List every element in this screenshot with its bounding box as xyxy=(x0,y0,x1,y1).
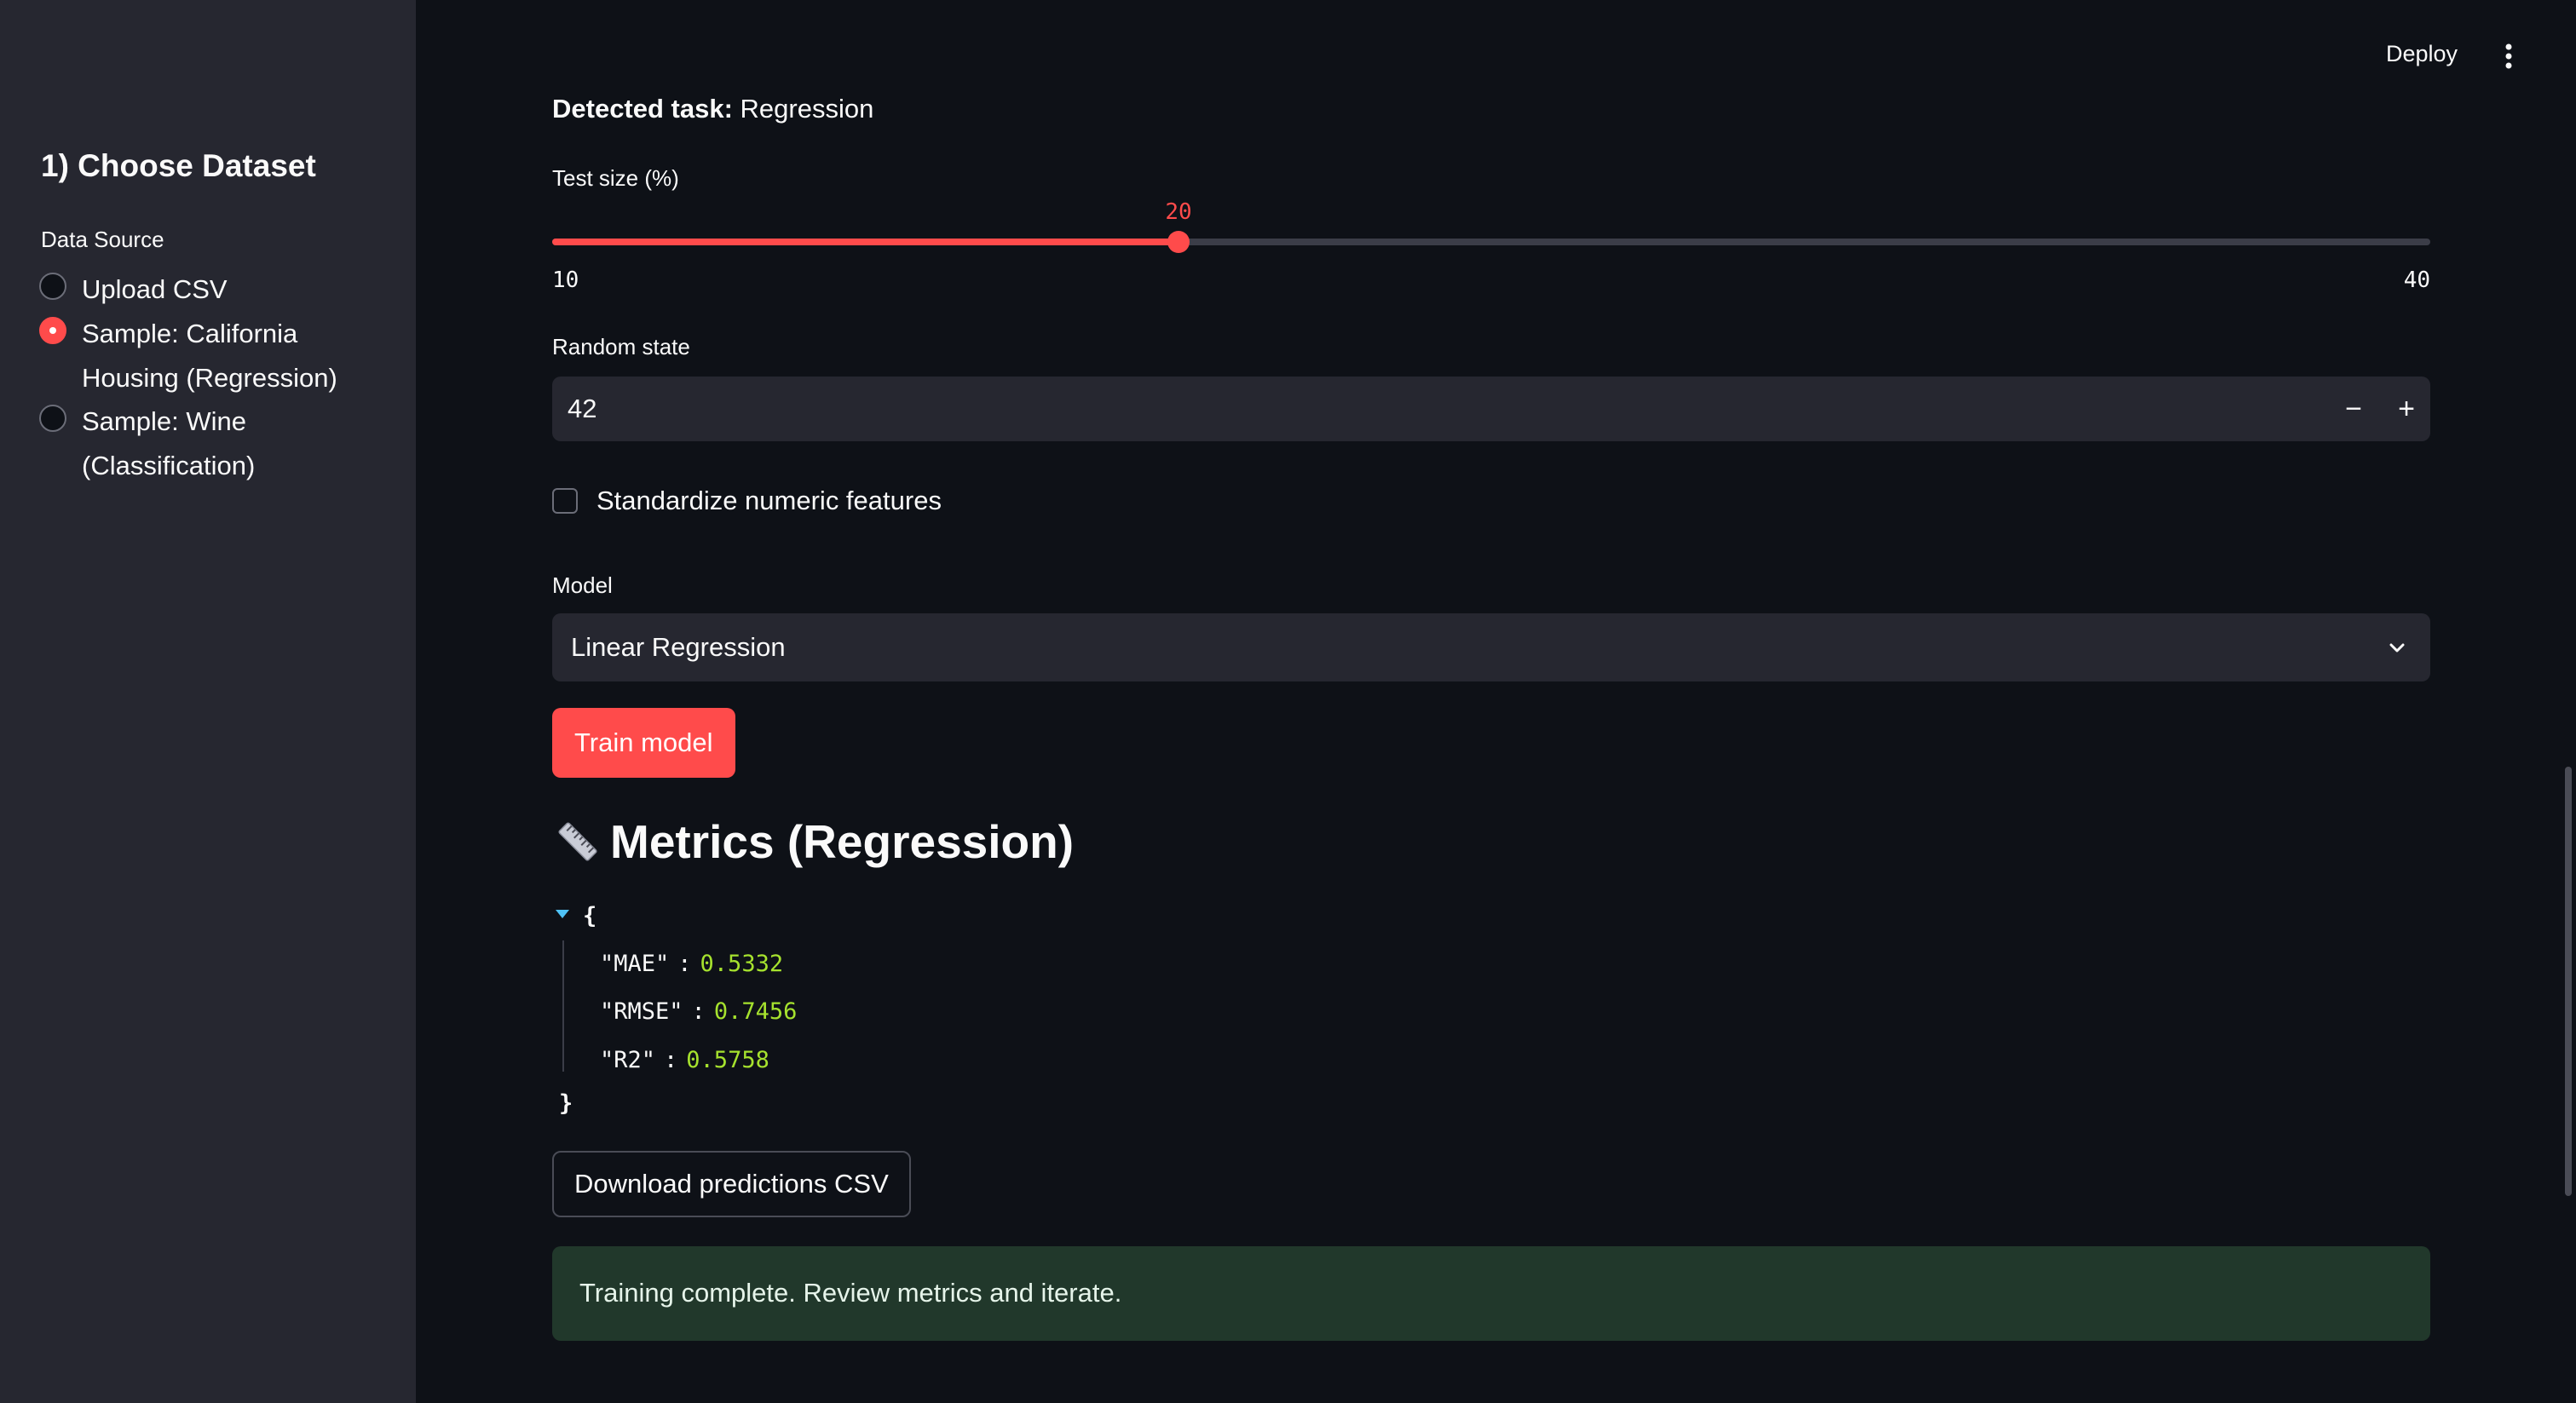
detected-task: Detected task: Regression xyxy=(552,94,873,124)
main-content: Detected task: Regression Test size (%) … xyxy=(552,0,2430,1403)
success-message: Training complete. Review metrics and it… xyxy=(579,1278,1122,1308)
json-close-brace: } xyxy=(559,1090,573,1117)
scrollbar-thumb[interactable] xyxy=(2565,767,2572,1196)
radio-upload-csv[interactable]: Upload CSV xyxy=(39,267,372,312)
json-key: "RMSE" xyxy=(600,998,683,1025)
radio-label: Upload CSV xyxy=(82,267,372,312)
radio-sample-wine[interactable]: Sample: Wine (Classification) xyxy=(39,400,372,488)
radio-button-selected[interactable] xyxy=(39,317,66,344)
radio-label-line: Sample: Wine xyxy=(82,406,246,436)
json-indent-guide xyxy=(562,940,564,1072)
app-root: 1) Choose Dataset Data Source Upload CSV… xyxy=(0,0,2576,1403)
json-value: 0.5332 xyxy=(700,951,784,977)
random-state-input[interactable]: 42 − + xyxy=(552,377,2430,441)
slider-current-value: 20 xyxy=(1165,199,1192,225)
train-model-button[interactable]: Train model xyxy=(552,708,735,778)
standardize-label: Standardize numeric features xyxy=(596,486,942,515)
random-state-value[interactable]: 42 xyxy=(568,394,596,424)
json-colon: : xyxy=(664,1047,678,1073)
detected-task-label: Detected task: xyxy=(552,94,733,124)
slider-max-label: 40 xyxy=(2403,267,2430,293)
more-vertical-icon[interactable] xyxy=(2500,39,2517,73)
slider-min-label: 10 xyxy=(552,267,579,293)
random-state-label: Random state xyxy=(552,334,690,359)
radio-label-line: Housing (Regression) xyxy=(82,363,337,393)
json-value: 0.7456 xyxy=(713,998,798,1025)
json-colon: : xyxy=(677,951,692,977)
radio-button[interactable] xyxy=(39,273,66,300)
radio-label-line: Upload CSV xyxy=(82,274,228,304)
slider-thumb[interactable] xyxy=(1167,231,1190,253)
model-selected-value: Linear Regression xyxy=(571,632,786,662)
radio-label-line: (Classification) xyxy=(82,451,256,480)
json-row: "R2":0.5758 xyxy=(600,1047,769,1073)
increment-button[interactable]: + xyxy=(2384,387,2429,431)
metrics-heading: Metrics (Regression) xyxy=(552,814,1074,869)
model-select[interactable]: Linear Regression xyxy=(552,613,2430,681)
download-predictions-button[interactable]: Download predictions CSV xyxy=(552,1151,911,1217)
json-collapse-toggle[interactable] xyxy=(556,910,569,918)
model-label: Model xyxy=(552,572,613,598)
radio-label: Sample: California Housing (Regression) xyxy=(82,312,372,400)
test-size-label: Test size (%) xyxy=(552,165,679,191)
slider-fill xyxy=(552,239,1179,245)
decrement-button[interactable]: − xyxy=(2331,387,2376,431)
json-row: "MAE":0.5332 xyxy=(600,951,783,977)
radio-label-line: Sample: California xyxy=(82,319,298,348)
json-key: "R2" xyxy=(600,1047,656,1073)
chevron-down-icon xyxy=(2389,643,2405,653)
radio-label: Sample: Wine (Classification) xyxy=(82,400,372,488)
radio-button[interactable] xyxy=(39,405,66,432)
json-row: "RMSE":0.7456 xyxy=(600,998,797,1025)
radio-sample-california[interactable]: Sample: California Housing (Regression) xyxy=(39,312,372,400)
json-open-brace: { xyxy=(583,903,597,929)
data-source-label: Data Source xyxy=(41,227,164,252)
ruler-icon xyxy=(558,822,597,861)
sidebar: 1) Choose Dataset Data Source Upload CSV… xyxy=(0,0,416,1403)
success-alert: Training complete. Review metrics and it… xyxy=(552,1246,2430,1341)
metrics-heading-text: Metrics (Regression) xyxy=(610,815,1075,868)
standardize-checkbox[interactable] xyxy=(552,488,578,514)
sidebar-title: 1) Choose Dataset xyxy=(41,148,316,183)
standardize-checkbox-row[interactable]: Standardize numeric features xyxy=(552,486,942,516)
json-key: "MAE" xyxy=(600,951,670,977)
json-colon: : xyxy=(691,998,706,1025)
detected-task-value: Regression xyxy=(740,94,874,124)
json-value: 0.5758 xyxy=(686,1047,769,1073)
